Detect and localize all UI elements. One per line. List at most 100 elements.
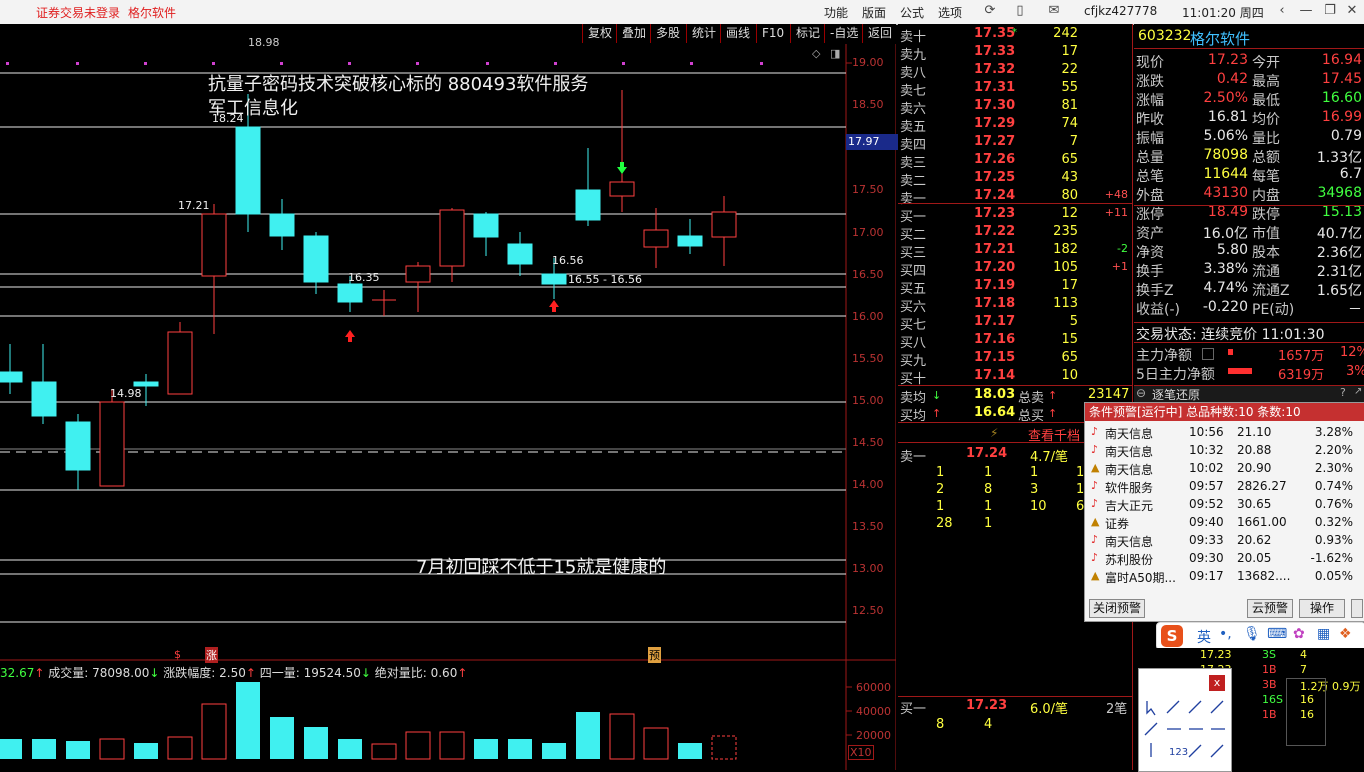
vol-tick: 40000 <box>856 705 891 718</box>
expand-icon[interactable]: ↗ <box>1354 386 1362 397</box>
ob-vol: 7 <box>1069 134 1078 149</box>
ime-logo-icon[interactable]: S <box>1161 625 1183 647</box>
quote-value: 11644 <box>1203 166 1248 182</box>
marker-yu: 预 <box>648 647 661 663</box>
alert-price: 1661.00 <box>1237 515 1287 529</box>
up-arrow-icon: ↑ <box>1048 407 1058 420</box>
operate-button[interactable]: 操作 <box>1299 599 1345 618</box>
quote-value: 40.7亿 <box>1316 226 1362 242</box>
drawing-palette: x 123 <box>1138 668 1232 772</box>
panel-icon: ◨ <box>830 47 840 60</box>
menu-formula[interactable]: 公式 <box>900 4 924 21</box>
alert-name: 软件服务 <box>1105 481 1154 495</box>
ime-toolbar[interactable]: S 英 •, 🎙 ⌨ ✿ ▦ ❖ <box>1156 622 1364 650</box>
quote-label: 昨收 <box>1136 112 1164 128</box>
quote-label: 量比 <box>1252 131 1280 147</box>
price-tick: 16.00 <box>852 310 884 323</box>
ob-divider <box>898 696 1132 697</box>
alert-header: 条件预警[运行中] 总品种数:10 条数:10 <box>1085 403 1364 421</box>
main-net-label: 主力净额 <box>1136 348 1192 364</box>
alert-row[interactable]: ♪ 南天信息 09:33 20.62 0.93% <box>1085 533 1364 551</box>
info-icon[interactable] <box>1202 348 1214 360</box>
ime-keyboard-icon[interactable]: ⌨ <box>1267 626 1287 642</box>
ime-skin-icon[interactable]: ✿ <box>1293 626 1305 642</box>
menu-options[interactable]: 选项 <box>938 4 962 21</box>
alert-row[interactable]: ♪ 软件服务 09:57 2826.27 0.74% <box>1085 479 1364 497</box>
quote-value: 17.23 <box>1207 52 1248 68</box>
tb-draw[interactable]: 画线 <box>720 24 755 43</box>
quote-divider <box>1134 342 1364 343</box>
price-tick: 13.50 <box>852 520 884 533</box>
quote-value: 0.79 <box>1330 128 1362 144</box>
alert-pct: 0.76% <box>1314 497 1353 511</box>
stock-name-title: 格尔软件 <box>128 6 177 20</box>
main-net5-bar <box>1228 368 1252 374</box>
tb-f10[interactable]: F10 <box>756 24 789 43</box>
tb-multi[interactable]: 多股 <box>650 24 685 43</box>
refresh-icon[interactable]: ⟳ <box>982 3 998 19</box>
price-tick: 17.50 <box>852 183 884 196</box>
back-icon[interactable]: ‹ <box>1274 3 1290 19</box>
alert-row[interactable]: ▲ 富时A50期... 09:17 13682.... 0.05% <box>1085 569 1364 587</box>
queue-cell: 28 <box>936 516 953 531</box>
buy1-price: 17.23 <box>966 698 1008 713</box>
minimize-icon[interactable]: — <box>1298 3 1314 19</box>
alert-name: 南天信息 <box>1105 463 1154 477</box>
tb-restore-rights[interactable]: 复权 <box>582 24 617 43</box>
login-status[interactable]: 证券交易未登录 <box>36 4 120 21</box>
menu-layout[interactable]: 版面 <box>862 4 886 21</box>
phone-icon[interactable]: ▯ <box>1012 3 1028 19</box>
alert-row[interactable]: ♪ 南天信息 10:56 21.10 3.28% <box>1085 425 1364 443</box>
menu-function[interactable]: 功能 <box>824 4 848 21</box>
ime-punct-icon[interactable]: •, <box>1219 626 1232 642</box>
tb-mark[interactable]: 标记 <box>790 24 825 43</box>
ob-delta: +1 <box>1111 260 1128 273</box>
alert-row[interactable]: ▲ 南天信息 10:02 20.90 2.30% <box>1085 461 1364 479</box>
help-icon[interactable]: ? <box>1340 386 1346 399</box>
kline-chart[interactable]: ◇ ◨ <box>0 44 896 770</box>
alert-row[interactable]: ▲ 证券 09:40 1661.00 0.32% <box>1085 515 1364 533</box>
ob-price: 17.23 <box>974 206 1016 221</box>
alert-panel: 条件预警[运行中] 总品种数:10 条数:10 ♪ 南天信息 10:56 21.10 3… <box>1084 402 1364 622</box>
quote-label: 每笔 <box>1252 169 1280 185</box>
quote-value: 5.80 <box>1216 242 1248 258</box>
up-arrow-icon: ↑ <box>1048 389 1058 402</box>
mail-icon[interactable]: ✉ <box>1046 3 1062 19</box>
alert-row[interactable]: ♪ 苏利股份 09:30 20.05 -1.62% <box>1085 551 1364 569</box>
tb-watchlist[interactable]: -自选 <box>824 24 863 43</box>
palette-close-icon[interactable]: x <box>1209 675 1225 691</box>
ob-vol: 81 <box>1061 98 1078 113</box>
ob-price: 17.27 <box>974 134 1016 149</box>
close-alert-button[interactable]: 关闭预警 <box>1089 599 1145 618</box>
ime-mic-icon[interactable]: 🎙 <box>1243 626 1261 642</box>
ime-lang[interactable]: 英 <box>1197 627 1211 647</box>
alert-row[interactable]: ♪ 南天信息 10:32 20.88 2.20% <box>1085 443 1364 461</box>
quote-value: 1.65亿 <box>1316 283 1362 299</box>
tb-overlay[interactable]: 叠加 <box>616 24 651 43</box>
ob-vol: 74 <box>1061 116 1078 131</box>
ob-vol: 12 <box>1061 206 1078 221</box>
more-button[interactable] <box>1351 599 1363 618</box>
restore-icon[interactable]: ❐ <box>1322 3 1338 19</box>
quote-value: 4.74% <box>1203 280 1248 296</box>
tb-back[interactable]: 返回 <box>862 24 897 43</box>
close-icon[interactable]: ✕ <box>1344 3 1360 19</box>
ob-vol: 22 <box>1061 62 1078 77</box>
palette-tools[interactable]: 123 <box>1139 695 1231 771</box>
ob-price: 17.18 <box>974 296 1016 311</box>
ob-vol: 242 <box>1053 26 1078 41</box>
queue-cell: 10 <box>1030 499 1047 514</box>
quote-value: 17.45 <box>1321 71 1362 87</box>
cloud-alert-button[interactable]: 云预警 <box>1247 599 1293 618</box>
vol-tick: 60000 <box>856 681 891 694</box>
tick-cell: 17.23 <box>1200 648 1232 661</box>
vol-tick: 20000 <box>856 729 891 742</box>
ime-menu-icon[interactable]: ❖ <box>1339 626 1352 642</box>
stock-code: 603232 <box>1138 28 1192 44</box>
tb-stats[interactable]: 统计 <box>686 24 721 43</box>
trace-label[interactable]: 逐笔还原 <box>1152 386 1200 403</box>
alert-row[interactable]: ♪ 吉大正元 09:52 30.65 0.76% <box>1085 497 1364 515</box>
ime-grid-icon[interactable]: ▦ <box>1317 626 1330 642</box>
ob-delta: -2 <box>1117 242 1128 255</box>
collapse-icon[interactable]: ⊖ <box>1136 386 1146 400</box>
